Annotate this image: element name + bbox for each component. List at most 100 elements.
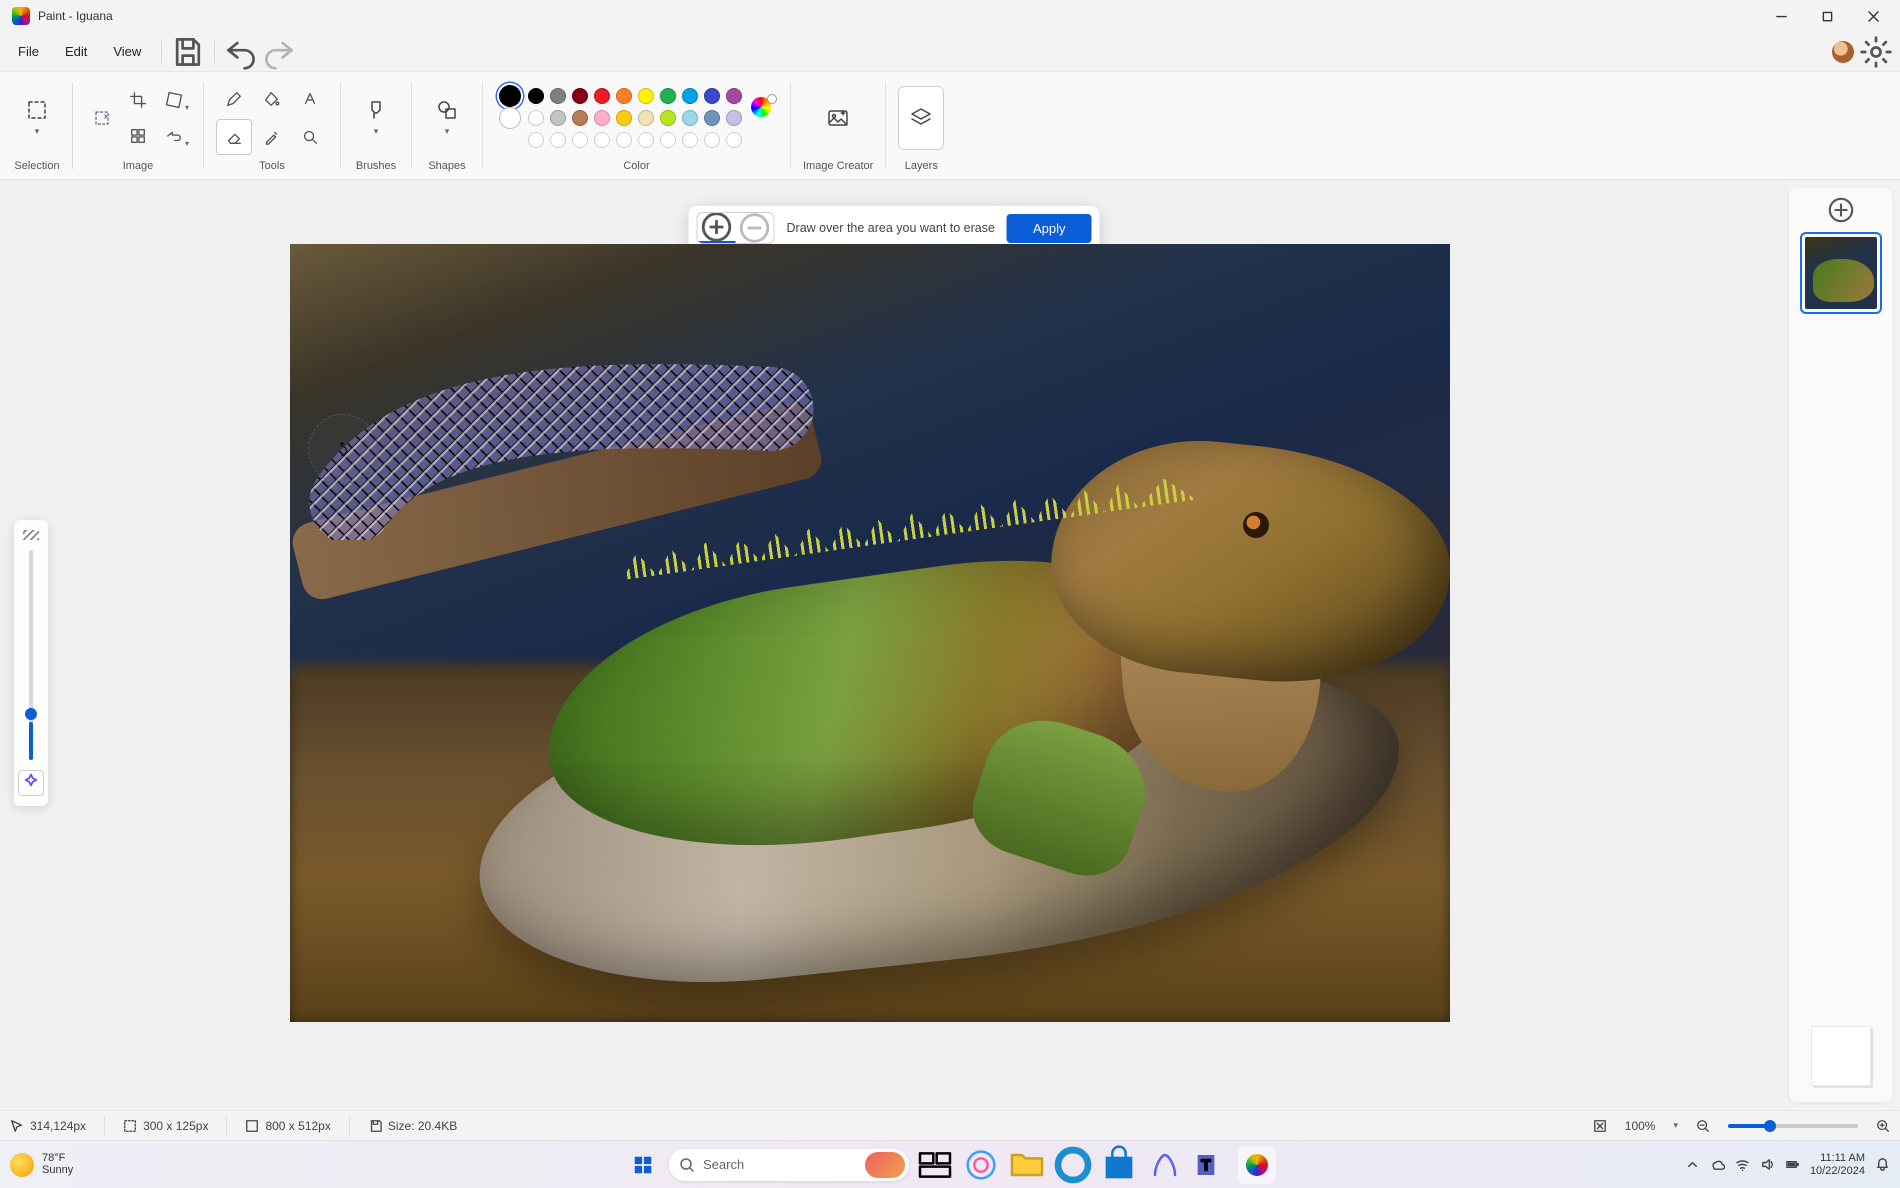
menu-edit[interactable]: Edit [53, 38, 99, 65]
svg-text:T: T [1201, 1157, 1210, 1174]
shapes-button[interactable]: ▾ [424, 86, 470, 150]
color-secondary[interactable] [499, 107, 521, 129]
onedrive-icon[interactable] [1710, 1157, 1725, 1172]
task-view-button[interactable] [915, 1145, 955, 1185]
color-swatch[interactable] [704, 110, 720, 126]
chevron-down-icon[interactable]: ▾ [1673, 1120, 1678, 1131]
layer-thumbnail-1[interactable] [1802, 234, 1880, 312]
layers-button[interactable] [898, 86, 944, 150]
resize-button[interactable]: ▾ [157, 83, 191, 117]
color-swatch[interactable] [572, 88, 588, 104]
zoom-slider[interactable] [1728, 1124, 1858, 1128]
volume-icon[interactable] [1760, 1157, 1775, 1172]
taskbar-weather[interactable]: 78°FSunny [10, 1153, 73, 1177]
generative-select-button[interactable] [85, 109, 119, 127]
user-avatar[interactable] [1832, 41, 1854, 63]
color-swatch[interactable] [594, 88, 610, 104]
add-layer-button[interactable] [1827, 196, 1855, 224]
group-label-shapes: Shapes [428, 157, 465, 175]
save-button[interactable] [170, 36, 206, 68]
color-picker-tool[interactable] [254, 119, 290, 155]
custom-color-slot[interactable] [638, 132, 654, 148]
background-layer-thumbnail[interactable] [1811, 1026, 1871, 1086]
menu-bar: File Edit View [0, 32, 1900, 72]
maximize-button[interactable] [1804, 0, 1850, 32]
color-swatch[interactable] [550, 110, 566, 126]
wifi-icon[interactable] [1735, 1157, 1750, 1172]
custom-color-slot[interactable] [594, 132, 610, 148]
undo-button[interactable] [223, 36, 259, 68]
auto-select-button[interactable] [18, 770, 44, 796]
pencil-tool[interactable] [216, 81, 252, 117]
custom-color-slot[interactable] [616, 132, 632, 148]
color-swatch[interactable] [550, 88, 566, 104]
battery-icon[interactable] [1785, 1157, 1800, 1172]
erase-subtract-button[interactable] [736, 213, 774, 243]
zoom-in-button[interactable] [1876, 1119, 1890, 1133]
redo-button[interactable] [261, 36, 297, 68]
menu-file[interactable]: File [6, 38, 51, 65]
eraser-tool[interactable] [216, 119, 252, 155]
tray-chevron-icon[interactable] [1685, 1157, 1700, 1172]
system-tray[interactable]: 11:11 AM 10/22/2024 [1685, 1152, 1890, 1176]
color-swatch[interactable] [616, 88, 632, 104]
erase-apply-button[interactable]: Apply [1007, 214, 1092, 243]
group-color: Color [485, 72, 788, 179]
paint-taskbar-icon[interactable] [1237, 1145, 1277, 1185]
custom-color-slot[interactable] [572, 132, 588, 148]
custom-color-slot[interactable] [726, 132, 742, 148]
color-editor-button[interactable] [748, 97, 774, 117]
select-all-button[interactable] [121, 119, 155, 153]
zoom-out-button[interactable] [1696, 1119, 1710, 1133]
edge-icon[interactable] [1053, 1145, 1093, 1185]
selection-tool[interactable]: ▾ [14, 86, 60, 150]
custom-color-slot[interactable] [660, 132, 676, 148]
teams-icon[interactable]: T [1191, 1145, 1231, 1185]
taskbar-search[interactable]: Search [669, 1149, 909, 1181]
fill-tool[interactable] [254, 81, 290, 117]
color-swatch[interactable] [528, 110, 544, 126]
settings-button[interactable] [1858, 36, 1894, 68]
copilot-icon[interactable] [961, 1145, 1001, 1185]
color-swatch[interactable] [726, 88, 742, 104]
color-swatch[interactable] [704, 88, 720, 104]
text-tool[interactable] [292, 81, 328, 117]
color-swatch[interactable] [638, 110, 654, 126]
brush-size-slider[interactable] [29, 550, 33, 760]
group-image: ▾ ▾ Image [75, 72, 201, 179]
canvas[interactable] [290, 244, 1450, 1022]
color-swatch[interactable] [660, 88, 676, 104]
canvas-area[interactable]: Draw over the area you want to erase App… [0, 180, 1788, 1110]
color-swatch[interactable] [726, 110, 742, 126]
store-icon[interactable] [1099, 1145, 1139, 1185]
color-swatch[interactable] [594, 110, 610, 126]
group-label-image-creator: Image Creator [803, 157, 873, 175]
erase-add-button[interactable] [698, 213, 736, 243]
color-swatch[interactable] [616, 110, 632, 126]
start-button[interactable] [623, 1145, 663, 1185]
close-button[interactable] [1850, 0, 1896, 32]
custom-color-slot[interactable] [704, 132, 720, 148]
color-swatch[interactable] [682, 88, 698, 104]
color-swatch[interactable] [528, 88, 544, 104]
menu-view[interactable]: View [101, 38, 153, 65]
rotate-button[interactable]: ▾ [157, 119, 191, 153]
fit-to-window-button[interactable] [1593, 1119, 1607, 1133]
explorer-icon[interactable] [1007, 1145, 1047, 1185]
custom-color-slot[interactable] [682, 132, 698, 148]
crop-button[interactable] [121, 83, 155, 117]
notifications-icon[interactable] [1875, 1157, 1890, 1172]
copilot-app-icon[interactable] [1145, 1145, 1185, 1185]
magnifier-tool[interactable] [292, 119, 328, 155]
color-swatch[interactable] [638, 88, 654, 104]
custom-color-slot[interactable] [550, 132, 566, 148]
color-swatch[interactable] [572, 110, 588, 126]
color-swatch[interactable] [660, 110, 676, 126]
minimize-button[interactable] [1758, 0, 1804, 32]
group-label-color: Color [623, 157, 649, 175]
image-creator-button[interactable] [815, 86, 861, 150]
color-primary[interactable] [499, 85, 521, 107]
custom-color-slot[interactable] [528, 132, 544, 148]
brushes-button[interactable]: ▾ [353, 86, 399, 150]
color-swatch[interactable] [682, 110, 698, 126]
